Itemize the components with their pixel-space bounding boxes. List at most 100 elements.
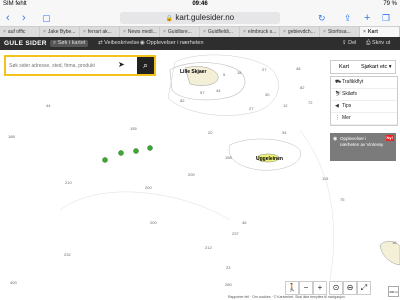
browser-tab[interactable]: × Storfosa... — [320, 27, 360, 37]
map-canvas[interactable]: Lille Skjaer Uggeleinen 18 5 48 27 82 72… — [0, 50, 400, 300]
depth-sounding: 82 — [300, 85, 305, 90]
measure-button[interactable]: ⊖ — [343, 281, 357, 295]
layer-traffic[interactable]: ⛟Trafikkflyt — [331, 77, 397, 89]
browser-tab[interactable]: × Guidlisre... — [160, 27, 200, 37]
close-tab-icon[interactable]: × — [43, 29, 46, 35]
ios-status-bar: SIM fehlt 09:46 79 % — [0, 0, 400, 10]
map-search: ➤ ⌕ — [4, 55, 156, 76]
browser-tab[interactable]: × auf offic — [0, 27, 40, 37]
depth-sounding: 155 — [130, 126, 137, 131]
close-tab-icon[interactable]: × — [323, 29, 326, 35]
island-label: Uggeleinen — [256, 156, 283, 162]
gulesider-logo[interactable]: GULE SIDER — [4, 40, 47, 47]
browser-tab[interactable]: × Guidfieldi... — [200, 27, 240, 37]
layer-ski[interactable]: ⛷Skiløfs — [331, 89, 397, 101]
ruler-icon: ⊖ — [346, 283, 354, 292]
more-icon: ⋮ — [335, 115, 340, 121]
target-icon: ⊙ — [332, 283, 340, 292]
depth-sounding: 30 — [265, 92, 270, 97]
car-icon: ⛟ — [335, 79, 342, 85]
browser-tab[interactable]: × ferrari ak... — [80, 27, 120, 37]
search-button[interactable]: ⌕ — [137, 57, 154, 74]
depth-sounding: 18 — [237, 70, 242, 75]
streetview-button[interactable]: 🚶 — [285, 281, 299, 295]
depth-sounding: 27 — [262, 67, 267, 72]
depth-sounding: 210 — [65, 180, 72, 185]
map-type-dropdown[interactable]: Sjøkart etc ▾ — [361, 64, 392, 70]
depth-sounding: 48 — [296, 66, 301, 71]
close-tab-icon[interactable]: × — [163, 29, 166, 35]
depth-sounding: 57 — [200, 90, 205, 95]
nav-search-map[interactable]: ⌕ Søk i kartet — [50, 40, 89, 47]
depth-sounding: 188 — [8, 134, 15, 139]
close-tab-icon[interactable]: × — [203, 29, 206, 35]
browser-tab[interactable]: × elmbruck s... — [240, 27, 280, 37]
depth-sounding: 44 — [216, 88, 221, 93]
megaphone-icon: ◀ — [335, 103, 339, 109]
depth-sounding: 5 — [223, 72, 226, 77]
depth-sounding: 72 — [308, 100, 313, 105]
clock: 09:46 — [192, 1, 208, 7]
bookmarks-icon[interactable]: ▢ — [42, 11, 51, 25]
browser-toolbar: ‹ › ▢ 🔒 kart.gulesider.no ↻ ⇪ + ❐ — [0, 10, 400, 26]
nav-directions[interactable]: ⇄ Veibeskrivelse — [98, 40, 139, 46]
locate-me-icon[interactable]: ➤ — [118, 60, 125, 69]
depth-sounding: 20 — [208, 130, 213, 135]
depth-sounding: 237 — [232, 231, 239, 236]
map-type-kart[interactable]: Kart — [339, 64, 349, 70]
scale-indicator: 200 m — [388, 286, 399, 297]
print-button[interactable]: ⎙ Skriv ut — [366, 40, 390, 47]
my-location-button[interactable]: ⊙ — [329, 281, 343, 295]
depth-sounding: 82 — [180, 98, 185, 103]
minus-icon: − — [303, 283, 309, 292]
layer-more[interactable]: ⋮ Mer — [331, 113, 397, 125]
share-button[interactable]: ⇪ Del — [342, 40, 356, 46]
tabs-overview-icon[interactable]: ❐ — [382, 11, 390, 25]
nav-experiences[interactable]: ◉ Opplevelser i nærheten — [140, 40, 204, 46]
depth-sounding: 44 — [46, 103, 51, 108]
search-input[interactable] — [9, 60, 109, 71]
map-type-switcher: Kart Sjøkart etc ▾ — [330, 60, 396, 74]
close-tab-icon[interactable]: × — [243, 29, 246, 35]
browser-tab[interactable]: × Jake Bybe... — [40, 27, 80, 37]
browser-tab[interactable]: × gebievdch... — [280, 27, 320, 37]
fullscreen-button[interactable]: ⤢ — [357, 281, 371, 295]
back-icon[interactable]: ‹ — [6, 11, 10, 25]
reload-icon[interactable]: ↻ — [318, 11, 326, 25]
forward-icon[interactable]: › — [22, 11, 26, 25]
layer-tips[interactable]: ◀ Tips — [331, 101, 397, 113]
browser-tab[interactable]: × News medi... — [120, 27, 160, 37]
plus-icon: + — [317, 283, 323, 292]
depth-sounding: 23 — [226, 265, 231, 270]
new-tab-icon[interactable]: + — [364, 11, 370, 25]
battery-level: 79 % — [383, 1, 397, 7]
ski-icon: ⛷ — [335, 91, 342, 97]
zoom-out-button[interactable]: − — [299, 281, 313, 295]
depth-sounding: 280 — [225, 282, 232, 287]
depth-sounding: 46 — [242, 220, 247, 225]
address-text: kart.gulesider.no — [175, 13, 235, 22]
depth-sounding: 115 — [322, 176, 329, 181]
site-header: GULE SIDER ⌕ Søk i kartet ⇄ Veibeskrivel… — [0, 37, 400, 50]
map-credits[interactable]: Rapporter feil · Om cookies · © Kartverk… — [228, 295, 346, 299]
share-icon[interactable]: ⇪ — [344, 11, 352, 25]
depth-sounding: 12 — [283, 103, 288, 108]
experiences-promo[interactable]: ◉ Opplevelser i nærheten av Vinterøy Ny! — [330, 133, 396, 161]
depth-sounding: 200 — [188, 172, 195, 177]
close-tab-icon[interactable]: × — [283, 29, 286, 35]
map-layers-panel: ⛟Trafikkflyt ⛷Skiløfs ◀ Tips ⋮ Mer — [330, 76, 398, 126]
depth-sounding: 200 — [145, 185, 152, 190]
close-tab-icon[interactable]: × — [3, 29, 6, 35]
close-tab-icon[interactable]: × — [123, 29, 126, 35]
person-icon: 🚶 — [287, 283, 297, 292]
zoom-in-button[interactable]: + — [313, 281, 327, 295]
close-tab-icon[interactable]: × — [83, 29, 86, 35]
close-tab-icon[interactable]: × — [363, 29, 366, 35]
depth-sounding: 212 — [205, 245, 212, 250]
browser-tab-active[interactable]: × Kart — [360, 27, 400, 37]
fullscreen-icon: ⤢ — [360, 283, 368, 292]
depth-sounding: 232 — [64, 252, 71, 257]
address-bar[interactable]: 🔒 kart.gulesider.no — [120, 12, 280, 24]
new-badge: Ny! — [385, 135, 394, 141]
eye-icon: ◉ — [333, 136, 338, 142]
